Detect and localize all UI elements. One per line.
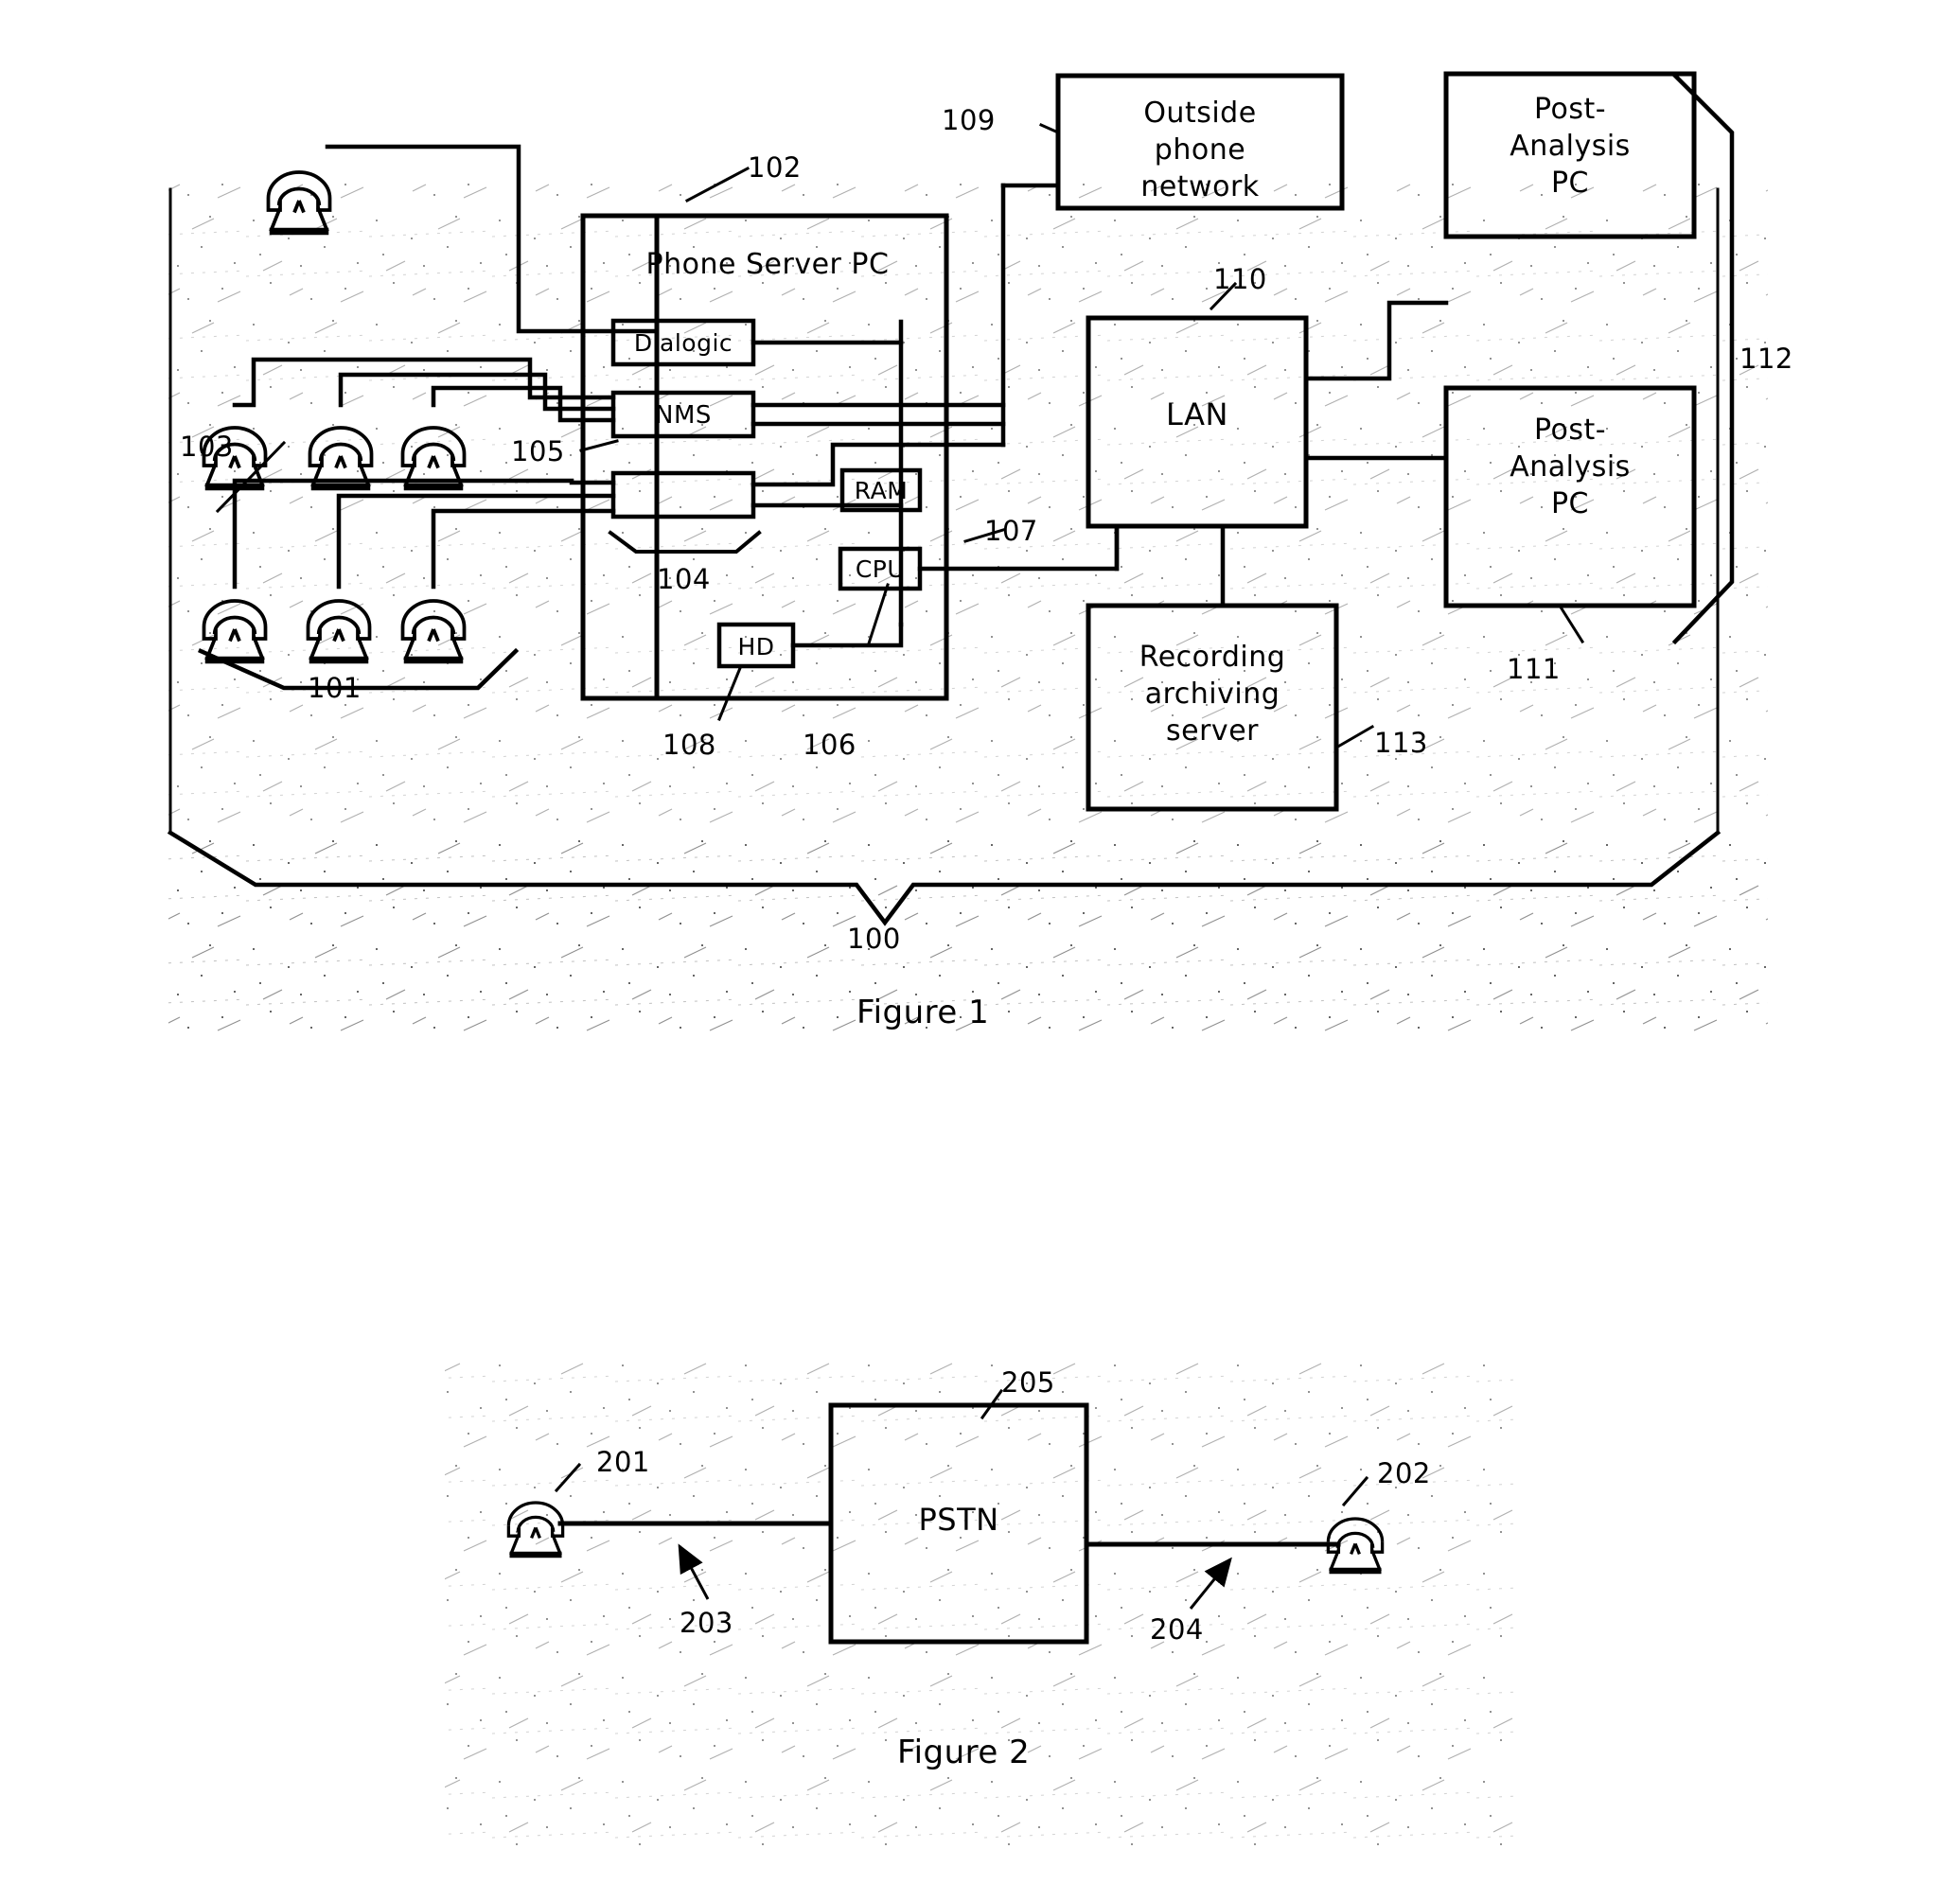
post-analysis-pc-1-label: Post- Analysis PC <box>1510 93 1631 200</box>
figure-2-caption: Figure 2 <box>897 1734 1031 1771</box>
ref-104: 104 <box>657 563 711 595</box>
ref-101: 101 <box>308 672 362 704</box>
figure-1-drawing <box>167 71 1768 1845</box>
cpu-label: CPU <box>855 555 906 583</box>
ram-label: RAM <box>854 477 909 504</box>
nms-card-label: NMS <box>655 401 712 430</box>
ref-201: 201 <box>596 1446 650 1478</box>
ref-204: 204 <box>1150 1613 1204 1646</box>
lan-label: LAN <box>1166 396 1228 432</box>
hd-label: HD <box>737 633 775 660</box>
outside-phone-network-label: Outside phone network <box>1140 97 1260 203</box>
ref-106: 106 <box>803 729 856 761</box>
ref-100: 100 <box>847 923 901 955</box>
figure-1-caption: Figure 1 <box>856 994 990 1031</box>
ref-105: 105 <box>511 435 565 467</box>
pstn-label: PSTN <box>918 1502 999 1538</box>
ref-109: 109 <box>942 104 996 136</box>
post-analysis-pc-2-label: Post- Analysis PC <box>1510 414 1631 520</box>
figure-sheet: Phone Server PC Dialogic NMS RAM CPU HD … <box>0 0 1960 1884</box>
recording-archiving-server-label: Recording archiving server <box>1139 641 1286 748</box>
ref-108: 108 <box>662 729 716 761</box>
ref-110: 110 <box>1213 263 1267 295</box>
ref-103: 103 <box>180 431 234 463</box>
ref-112: 112 <box>1739 343 1793 375</box>
ref-203: 203 <box>680 1607 733 1639</box>
phone-server-pc-label: Phone Server PC <box>645 248 890 281</box>
ref-111: 111 <box>1507 653 1561 685</box>
ref-202: 202 <box>1377 1457 1431 1489</box>
ref-113: 113 <box>1374 727 1428 759</box>
dialogic-card-label: Dialogic <box>633 329 733 357</box>
ref-107: 107 <box>984 515 1038 547</box>
ref-102: 102 <box>748 151 802 184</box>
ref-205: 205 <box>1001 1366 1055 1399</box>
